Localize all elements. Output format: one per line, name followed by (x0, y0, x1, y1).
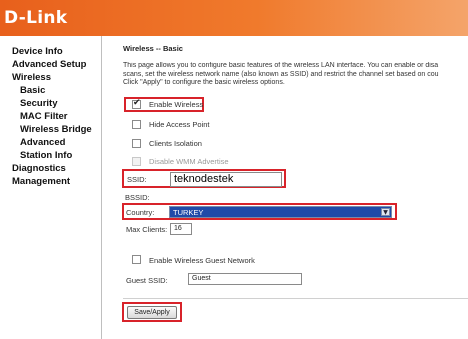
description-line: scans, set the wireless network name (al… (123, 70, 439, 78)
country-select[interactable]: TURKEY ▼ (169, 206, 392, 218)
sidebar-item-management[interactable]: Management (12, 176, 70, 187)
max-clients-label: Max Clients: (126, 225, 168, 234)
sidebar-item-wireless[interactable]: Wireless (12, 72, 51, 83)
main-panel: Wireless -- Basic This page allows you t… (102, 36, 468, 339)
description-line: This page allows you to configure basic … (123, 62, 439, 69)
ssid-input[interactable]: teknodestek (170, 172, 282, 187)
enable-wireless-label: Enable Wireless (149, 100, 204, 109)
hide-access-point-checkbox[interactable] (132, 120, 141, 129)
sidebar-item-mac-filter[interactable]: MAC Filter (20, 111, 68, 122)
form-divider (123, 298, 468, 299)
sidebar-item-station-info[interactable]: Station Info (20, 150, 72, 161)
description-line: Click "Apply" to configure the basic wir… (123, 79, 285, 87)
sidebar-item-wireless-bridge[interactable]: Wireless Bridge (20, 124, 92, 135)
sidebar-item-basic[interactable]: Basic (20, 85, 45, 96)
hide-access-point-label: Hide Access Point (149, 120, 210, 129)
max-clients-input[interactable]: 16 (170, 223, 192, 235)
sidebar-item-diagnostics[interactable]: Diagnostics (12, 163, 66, 174)
save-apply-button[interactable]: Save/Apply (127, 306, 177, 319)
clients-isolation-checkbox[interactable] (132, 139, 141, 148)
sidebar-item-advanced[interactable]: Advanced (20, 137, 65, 148)
sidebar-nav: Device Info Advanced Setup Wireless Basi… (0, 36, 101, 339)
sidebar-item-security[interactable]: Security (20, 98, 58, 109)
chevron-down-icon[interactable]: ▼ (381, 208, 390, 216)
header-bar: D-Link (0, 0, 468, 36)
enable-guest-network-label: Enable Wireless Guest Network (149, 256, 255, 265)
disable-wmm-label: Disable WMM Advertise (149, 157, 229, 166)
sidebar-item-advanced-setup[interactable]: Advanced Setup (12, 59, 86, 70)
bssid-label: BSSID: (125, 193, 150, 202)
enable-guest-network-checkbox[interactable] (132, 255, 141, 264)
disable-wmm-checkbox (132, 157, 141, 166)
clients-isolation-label: Clients Isolation (149, 139, 202, 148)
d-link-logo: D-Link (4, 8, 68, 28)
sidebar-item-device-info[interactable]: Device Info (12, 46, 63, 57)
guest-ssid-input[interactable]: Guest (188, 273, 302, 285)
country-selected-value: TURKEY (173, 208, 204, 217)
guest-ssid-label: Guest SSID: (126, 276, 168, 285)
enable-wireless-checkbox[interactable] (132, 98, 141, 109)
country-label: Country: (126, 208, 155, 217)
ssid-label: SSID: (127, 175, 147, 184)
page-description: This page allows you to configure basic … (123, 62, 468, 88)
page-title: Wireless -- Basic (123, 44, 183, 53)
